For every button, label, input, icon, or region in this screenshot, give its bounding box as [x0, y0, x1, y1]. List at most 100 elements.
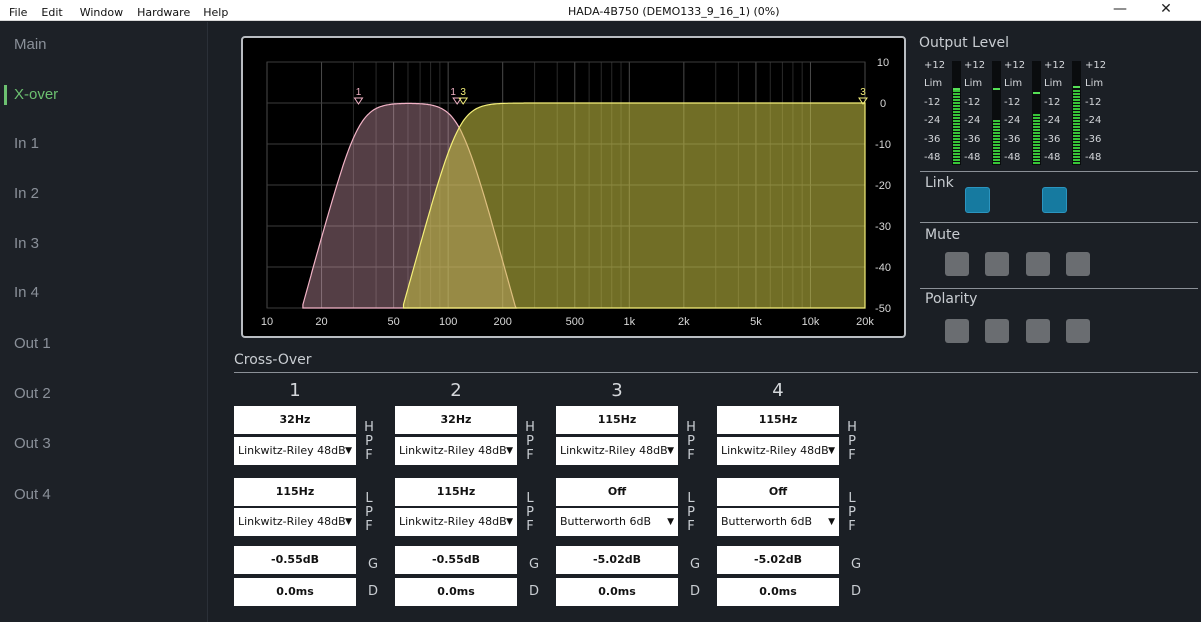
lpf-frequency-field[interactable]: 115Hz — [395, 478, 517, 506]
menu-edit[interactable]: Edit — [41, 0, 62, 21]
mute-title: Mute — [925, 227, 961, 243]
link-button-1-2[interactable] — [965, 187, 990, 213]
sidebar-item-in-3[interactable]: In 3 — [14, 235, 39, 252]
meter-segment — [953, 96, 960, 98]
meter-scale-label: +12 — [1085, 60, 1107, 71]
hpf-frequency-field[interactable]: 115Hz — [556, 406, 678, 434]
meter-scale-label: Lim — [964, 78, 983, 89]
meter-segment — [993, 120, 1000, 122]
crossover-title: Cross-Over — [234, 352, 312, 368]
meter-segment — [1073, 132, 1080, 134]
marker-label: 3 — [460, 87, 466, 98]
hpf-frequency-field[interactable]: 32Hz — [234, 406, 356, 434]
meter-segment — [1073, 153, 1080, 155]
meter-segment — [1033, 156, 1040, 158]
hpf-frequency-field[interactable]: 32Hz — [395, 406, 517, 434]
menu-hardware[interactable]: Hardware — [137, 0, 190, 21]
meter-scale-label: -24 — [1085, 115, 1102, 126]
meter-segment — [993, 156, 1000, 158]
sidebar-item-x-over[interactable]: X-over — [14, 86, 58, 103]
delay-field[interactable]: 0.0ms — [556, 578, 678, 606]
sidebar-item-main[interactable]: Main — [14, 36, 47, 53]
hpf-type-select[interactable]: Linkwitz-Riley 48dB ▼ — [234, 437, 356, 465]
hpf-type-select[interactable]: Linkwitz-Riley 48dB ▼ — [556, 437, 678, 465]
lpf-frequency-field[interactable]: Off — [556, 478, 678, 506]
gain-field[interactable]: -5.02dB — [717, 546, 839, 574]
sidebar-item-out-1[interactable]: Out 1 — [14, 335, 51, 352]
meter-scale-label: -12 — [924, 97, 941, 108]
meter-scale-label: -36 — [1044, 134, 1061, 145]
meter-scale-label: -36 — [1004, 134, 1021, 145]
y-tick-label: 0 — [880, 98, 886, 110]
link-button-3-4[interactable] — [1042, 187, 1067, 213]
sidebar-item-in-2[interactable]: In 2 — [14, 185, 39, 202]
meter-scale-label: +12 — [1044, 60, 1066, 71]
dropdown-arrow-icon: ▼ — [506, 446, 513, 456]
lpf-type-select[interactable]: Linkwitz-Riley 48dB ▼ — [395, 508, 517, 536]
minimize-icon[interactable]: — — [1097, 1, 1143, 17]
meter-segment — [1033, 150, 1040, 152]
sidebar-item-in-1[interactable]: In 1 — [14, 135, 39, 152]
frequency-response-graph[interactable]: 10 20 50 100 200 500 1k 2k 5k 10k 20k 10 0 -10 -20 -30-… — [241, 36, 906, 338]
menu-window[interactable]: Window — [80, 0, 123, 21]
lpf-label: L P F — [526, 491, 534, 534]
menu-file[interactable]: File — [9, 0, 27, 21]
polarity-button-4[interactable] — [1066, 319, 1090, 343]
delay-field[interactable]: 0.0ms — [717, 578, 839, 606]
lpf-frequency-field[interactable]: Off — [717, 478, 839, 506]
polarity-button-3[interactable] — [1026, 319, 1050, 343]
meter-segment — [1073, 129, 1080, 131]
sidebar-item-in-4[interactable]: In 4 — [14, 284, 39, 301]
lpf-frequency-field[interactable]: 115Hz — [234, 478, 356, 506]
meter-scale-label: -24 — [1004, 115, 1021, 126]
menu-help[interactable]: Help — [203, 0, 228, 21]
meter-segment — [953, 150, 960, 152]
hpf-type-value: Linkwitz-Riley 48dB — [399, 444, 507, 457]
mute-button-1[interactable] — [945, 252, 969, 276]
gain-field[interactable]: -5.02dB — [556, 546, 678, 574]
dropdown-arrow-icon: ▼ — [667, 517, 674, 527]
sidebar-item-out-4[interactable]: Out 4 — [14, 486, 51, 503]
meter-scale-label: -12 — [964, 97, 981, 108]
window-title: HADA-4B750 (DEMO133_9_16_1) (0%) — [568, 5, 780, 18]
meter-segment — [953, 99, 960, 101]
meter-segment — [1033, 138, 1040, 140]
gain-field[interactable]: -0.55dB — [395, 546, 517, 574]
lpf-type-select[interactable]: Butterworth 6dB ▼ — [556, 508, 678, 536]
meter-scale-label: -48 — [1085, 152, 1102, 163]
meter-segment — [953, 135, 960, 137]
meter-segment — [1073, 105, 1080, 107]
lpf-type-select[interactable]: Butterworth 6dB ▼ — [717, 508, 839, 536]
lpf-type-select[interactable]: Linkwitz-Riley 48dB ▼ — [234, 508, 356, 536]
gain-field[interactable]: -0.55dB — [234, 546, 356, 574]
hpf-type-select[interactable]: Linkwitz-Riley 48dB ▼ — [717, 437, 839, 465]
hpf-type-select[interactable]: Linkwitz-Riley 48dB ▼ — [395, 437, 517, 465]
polarity-button-1[interactable] — [945, 319, 969, 343]
delay-field[interactable]: 0.0ms — [234, 578, 356, 606]
close-icon[interactable]: ✕ — [1143, 1, 1189, 17]
dropdown-arrow-icon: ▼ — [345, 517, 352, 527]
meter-segment — [1073, 93, 1080, 95]
sidebar-item-out-2[interactable]: Out 2 — [14, 385, 51, 402]
meter-segment — [953, 114, 960, 116]
meter-segment — [1073, 126, 1080, 128]
meter-segment — [953, 156, 960, 158]
meter-segment — [1073, 117, 1080, 119]
active-indicator — [4, 85, 7, 105]
meter-segment — [1033, 159, 1040, 161]
delay-field[interactable]: 0.0ms — [395, 578, 517, 606]
meter-segment — [953, 126, 960, 128]
channel-number: 3 — [611, 380, 623, 401]
lpf-type-value: Linkwitz-Riley 48dB — [399, 515, 507, 528]
mute-button-4[interactable] — [1066, 252, 1090, 276]
mute-button-3[interactable] — [1026, 252, 1050, 276]
meter-segment — [1073, 147, 1080, 149]
sidebar-item-out-3[interactable]: Out 3 — [14, 435, 51, 452]
meter-segment — [1073, 96, 1080, 98]
meter-segment — [1073, 108, 1080, 110]
mute-button-2[interactable] — [985, 252, 1009, 276]
polarity-button-2[interactable] — [985, 319, 1009, 343]
x-tick-label: 2k — [678, 316, 690, 328]
hpf-frequency-field[interactable]: 115Hz — [717, 406, 839, 434]
channel-number: 4 — [772, 380, 784, 401]
